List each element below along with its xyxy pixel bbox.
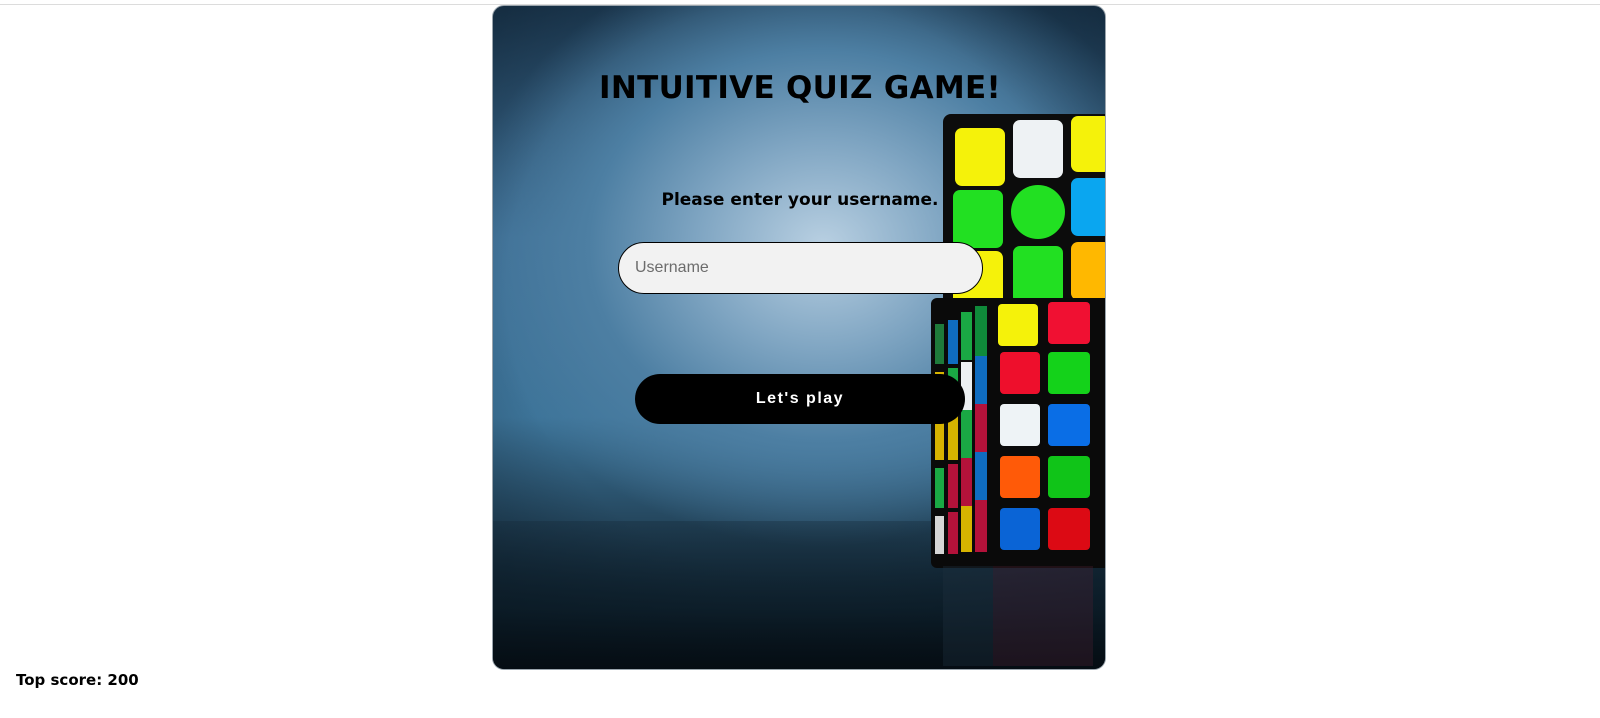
page-title: INTUITIVE QUIZ GAME! [599, 70, 1001, 106]
top-score-label: Top score: 200 [16, 671, 139, 689]
username-prompt: Please enter your username. [661, 190, 939, 210]
username-input[interactable] [618, 242, 983, 294]
lets-play-button[interactable]: Let's play [635, 374, 965, 424]
quiz-start-card: INTUITIVE QUIZ GAME! Please enter your u… [492, 5, 1106, 670]
